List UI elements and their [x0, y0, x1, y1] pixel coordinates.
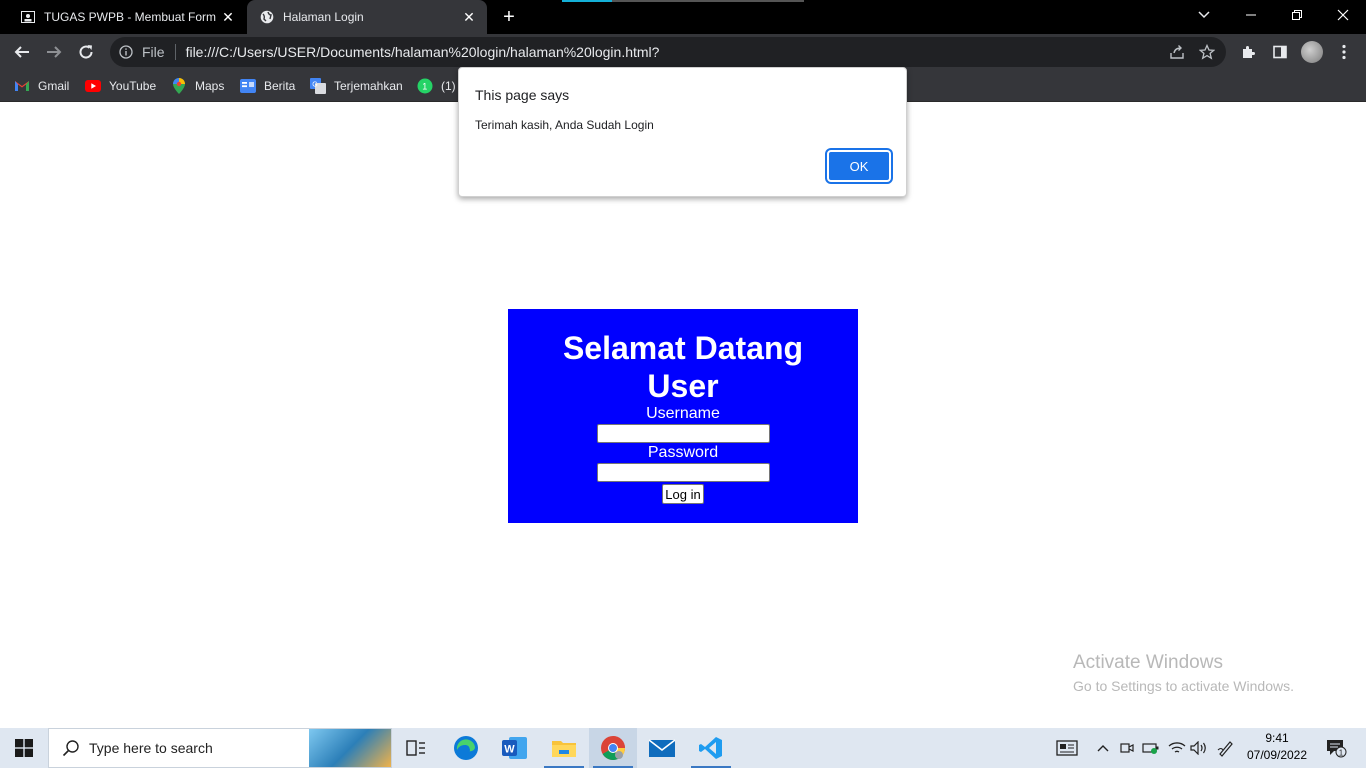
globe-icon: [259, 9, 275, 25]
bookmark-label: Berita: [264, 79, 296, 93]
username-label: Username: [646, 405, 720, 422]
notification-count: 1: [1339, 748, 1344, 757]
alert-dialog: This page says Terimah kasih, Anda Sudah…: [458, 67, 907, 197]
notification-center-icon[interactable]: 1: [1320, 728, 1352, 768]
search-placeholder: Type here to search: [89, 740, 213, 756]
mail-icon[interactable]: [638, 728, 686, 768]
clock-time: 9:41: [1265, 731, 1289, 745]
task-view-icon[interactable]: [392, 728, 440, 768]
profile-avatar[interactable]: [1298, 38, 1326, 66]
bookmark-gmail[interactable]: Gmail: [14, 76, 69, 96]
window-controls: [1228, 0, 1366, 30]
wifi-icon[interactable]: [1166, 728, 1188, 768]
youtube-icon: [85, 78, 101, 94]
meet-now-icon[interactable]: [1118, 728, 1136, 768]
word-icon[interactable]: W: [491, 728, 539, 768]
bookmark-star-icon[interactable]: [1196, 41, 1218, 63]
dialog-message: Terimah kasih, Anda Sudah Login: [475, 118, 654, 132]
tab-title: Halaman Login: [283, 10, 364, 24]
classroom-icon: [20, 9, 36, 25]
side-panel-icon[interactable]: [1266, 38, 1294, 66]
bookmark-terjemahkan[interactable]: G Terjemahkan: [310, 76, 403, 96]
translate-icon: G: [310, 78, 326, 94]
taskbar-search-box[interactable]: Type here to search: [48, 728, 392, 768]
welcome-heading: Selamat Datang User: [508, 329, 858, 405]
clock-date: 07/09/2022: [1246, 748, 1308, 762]
browser-toolbar: File file:///C:/Users/USER/Documents/hal…: [0, 34, 1366, 70]
forward-arrow-icon[interactable]: [40, 38, 68, 66]
tab-halaman-login[interactable]: Halaman Login ✕: [247, 0, 487, 34]
chevron-up-icon[interactable]: [1094, 728, 1112, 768]
username-input[interactable]: [596, 424, 770, 443]
chrome-icon[interactable]: [589, 728, 637, 768]
url-scheme-label: File: [142, 44, 165, 60]
ok-button[interactable]: OK: [827, 150, 891, 182]
bookmark-label: (1): [441, 79, 456, 93]
login-form-panel: Selamat Datang User Username Password Lo…: [508, 309, 858, 523]
bookmark-berita[interactable]: Berita: [240, 76, 295, 96]
minimize-button[interactable]: [1228, 0, 1274, 30]
tab-title: TUGAS PWPB - Membuat Form L: [44, 10, 220, 24]
loading-indicator: [562, 0, 804, 2]
activate-windows-watermark: Activate Windows Go to Settings to activ…: [1073, 651, 1294, 697]
bookmark-label: Maps: [195, 79, 225, 93]
svg-text:1: 1: [422, 82, 427, 92]
address-bar[interactable]: File file:///C:/Users/USER/Documents/hal…: [110, 37, 1226, 67]
tab-tugas-pwpb[interactable]: TUGAS PWPB - Membuat Form L ✕: [8, 0, 246, 34]
password-input[interactable]: [596, 463, 770, 482]
watermark-subtitle: Go to Settings to activate Windows.: [1073, 678, 1294, 694]
close-tab-icon[interactable]: ✕: [220, 9, 236, 25]
svg-text:W: W: [504, 744, 515, 756]
file-explorer-icon[interactable]: [540, 728, 588, 768]
heading-line-2: User: [647, 368, 719, 404]
new-tab-button[interactable]: +: [498, 6, 520, 28]
windows-start-icon[interactable]: [0, 728, 48, 768]
close-window-button[interactable]: [1320, 0, 1366, 30]
extensions-puzzle-icon[interactable]: [1234, 38, 1262, 66]
search-highlight-image[interactable]: [309, 729, 391, 767]
bookmark-label: Gmail: [38, 79, 70, 93]
maps-icon: [171, 78, 187, 94]
battery-icon: [1141, 728, 1161, 768]
bookmark-label: Terjemahkan: [334, 79, 403, 93]
menu-kebab-icon[interactable]: [1330, 38, 1358, 66]
divider: [174, 44, 176, 60]
edge-icon[interactable]: [442, 728, 490, 768]
taskbar-clock[interactable]: 9:41 07/09/2022: [1240, 730, 1314, 764]
gmail-icon: [14, 78, 30, 94]
share-icon[interactable]: [1166, 41, 1188, 63]
close-tab-icon[interactable]: ✕: [461, 9, 477, 25]
news-icon: [240, 78, 256, 94]
whatsapp-icon: 1: [417, 78, 433, 94]
heading-line-1: Selamat Datang: [562, 330, 804, 366]
password-label: Password: [647, 444, 719, 461]
info-icon[interactable]: [118, 44, 134, 60]
windows-taskbar: Type here to search W 9:41 07/09/2022 1: [0, 728, 1366, 768]
bookmark-maps[interactable]: Maps: [171, 76, 224, 96]
login-button[interactable]: Log in: [662, 484, 704, 504]
bookmark-youtube[interactable]: YouTube: [85, 76, 156, 96]
browser-tab-strip: TUGAS PWPB - Membuat Form L ✕ Halaman Lo…: [0, 0, 1366, 34]
pen-workspace-icon[interactable]: [1214, 728, 1238, 768]
url-text[interactable]: file:///C:/Users/USER/Documents/halaman%…: [186, 44, 1166, 60]
reload-icon[interactable]: [72, 38, 100, 66]
bookmark-label: YouTube: [109, 79, 157, 93]
bookmark-whatsapp[interactable]: 1 (1): [417, 76, 456, 96]
svg-text:G: G: [312, 82, 317, 89]
watermark-title: Activate Windows: [1073, 652, 1223, 673]
news-widget-icon[interactable]: [1054, 728, 1080, 768]
volume-icon[interactable]: [1188, 728, 1210, 768]
vscode-icon[interactable]: [687, 728, 735, 768]
back-arrow-icon[interactable]: [8, 38, 36, 66]
search-icon: [61, 738, 81, 758]
restore-button[interactable]: [1274, 0, 1320, 30]
tab-search-chevron-icon[interactable]: [1196, 6, 1216, 24]
dialog-title: This page says: [475, 87, 570, 103]
